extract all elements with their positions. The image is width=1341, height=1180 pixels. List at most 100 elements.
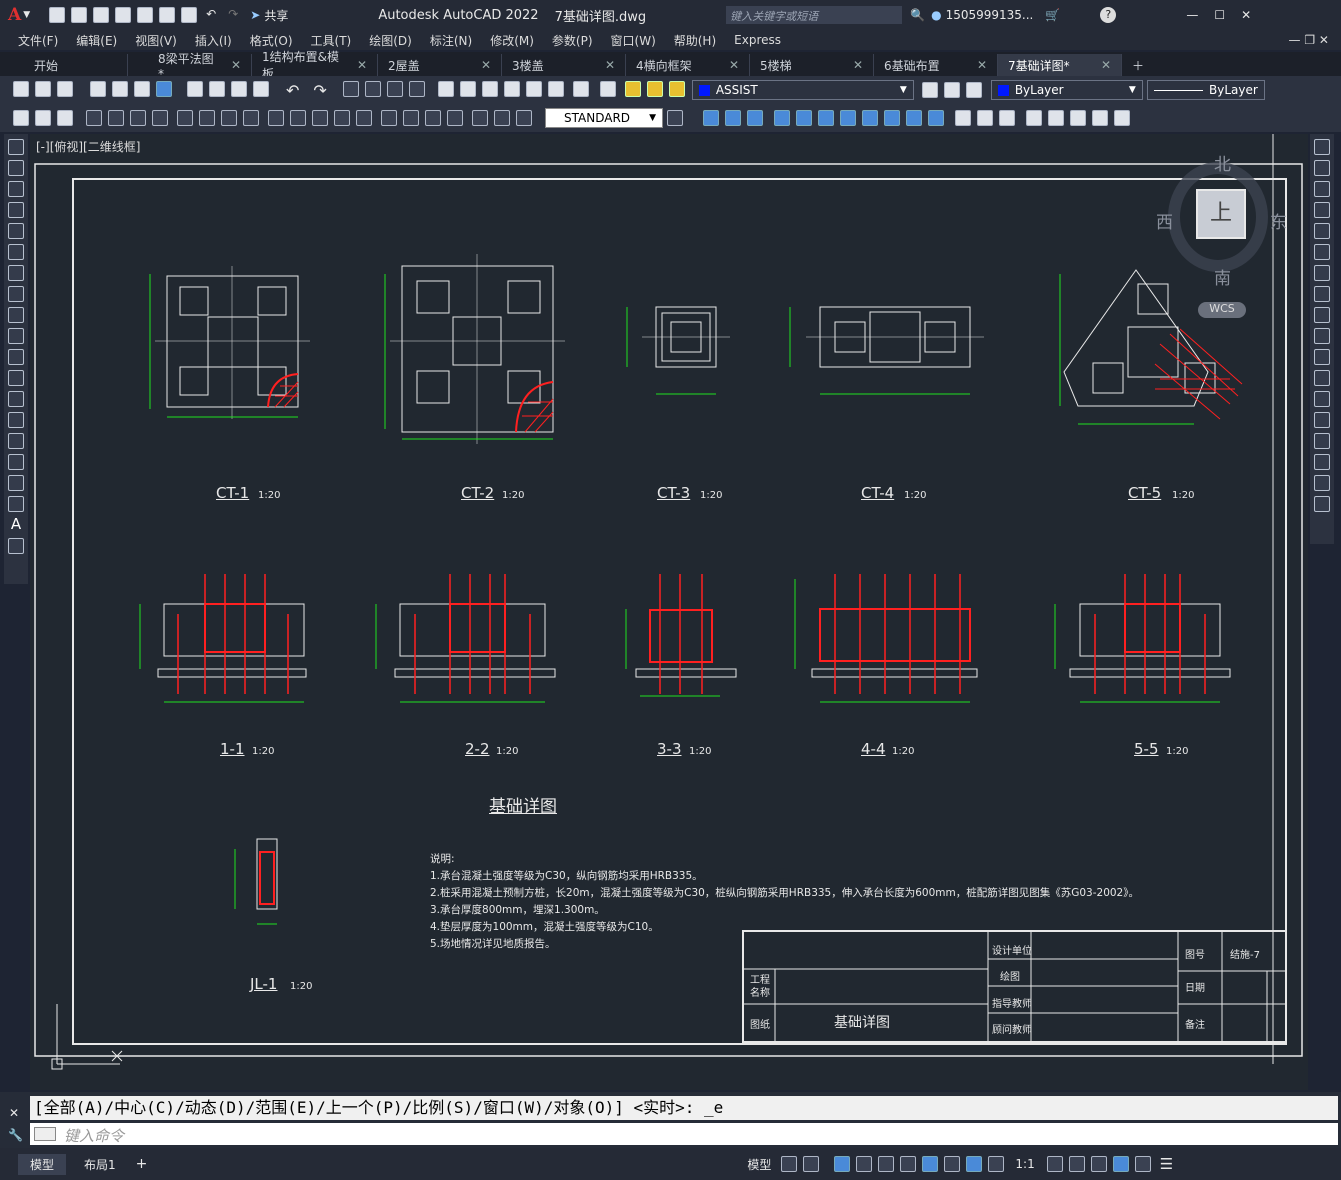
baseline-icon[interactable] [290,110,306,126]
close-tab-icon[interactable]: ✕ [853,58,863,72]
layer-dropdown[interactable]: ASSIST ▼ [691,80,914,100]
close-icon[interactable]: ✕ [1241,8,1251,22]
zoom-realtime-icon[interactable] [364,80,381,97]
snap-icon[interactable] [803,1156,820,1172]
menu-edit[interactable]: 编辑(E) [76,32,117,49]
polyline-icon[interactable] [8,181,24,197]
check-icon[interactable] [1048,110,1064,126]
dimstyle-dropdown[interactable]: STANDARD ▼ [545,108,663,128]
open-icon[interactable] [71,7,88,23]
new-icon[interactable] [49,7,66,23]
menu-help[interactable]: 帮助(H) [674,32,716,49]
viewcube-north[interactable]: 北 [1214,150,1231,175]
mirror-icon[interactable] [1314,181,1330,197]
clean-screen-icon[interactable] [1134,1156,1151,1172]
tab-stair[interactable]: 5楼梯 ✕ [750,54,874,76]
rotate-icon[interactable] [1314,265,1330,281]
tab-foundation-detail[interactable]: 7基础详图* ✕ [998,54,1122,76]
isolate-icon[interactable] [1090,1156,1107,1172]
color-dropdown[interactable]: ByLayer ▼ [990,80,1143,100]
menu-parametric[interactable]: 参数(P) [552,32,593,49]
tab-start[interactable]: 开始 [0,54,128,76]
viewcube-south[interactable]: 南 [1214,264,1231,289]
layer-match-icon[interactable] [965,82,982,98]
annotation-scale[interactable]: 1:1 [1015,1157,1034,1171]
command-input[interactable]: 键入命令 [30,1123,1338,1145]
space-icon[interactable] [334,110,350,126]
close-tab-icon[interactable]: ✕ [605,58,615,72]
zoom-previous-icon[interactable] [408,80,425,97]
linetype-dropdown[interactable]: ByLayer [1146,80,1265,100]
trim-icon[interactable] [1314,328,1330,344]
revision-cloud-icon[interactable] [8,286,24,302]
undo-icon[interactable]: ↶ [286,81,299,100]
new-icon[interactable] [13,80,29,97]
shell-icon[interactable] [1026,110,1042,126]
redo-icon[interactable]: ↷ [228,7,238,23]
interfere-icon[interactable] [1114,110,1130,126]
tolerance-icon[interactable] [381,110,397,126]
close-icon[interactable]: ✕ [9,1106,19,1120]
polar-icon[interactable] [856,1156,873,1172]
share-button[interactable]: 共享 [264,7,288,24]
isodraft-icon[interactable] [878,1156,895,1172]
command-prompt-icon[interactable] [34,1127,56,1141]
move-faces-icon[interactable] [796,110,812,126]
explode-icon[interactable] [1314,496,1330,512]
search-input[interactable]: 键入关键字或短语 [726,6,903,24]
join-icon[interactable] [1314,412,1330,428]
menu-format[interactable]: 格式(O) [250,32,293,49]
viewcube-top-face[interactable]: 上 [1196,189,1246,239]
ellipse-icon[interactable] [8,328,24,344]
menu-modify[interactable]: 修改(M) [490,32,534,49]
break-at-point-icon[interactable] [1314,370,1330,386]
tab-floor[interactable]: 3楼盖 ✕ [502,54,626,76]
subtract-icon[interactable] [725,110,741,126]
layer-freeze-icon[interactable] [646,80,663,97]
region-icon[interactable] [8,475,24,491]
ellipse-arc-icon[interactable] [8,349,24,365]
viewcube-east[interactable]: 东 [1270,208,1287,233]
copy-object-icon[interactable] [1314,160,1330,176]
radius-dim-icon[interactable] [177,110,193,126]
arc-icon[interactable] [8,244,24,260]
drawing-canvas[interactable]: [-][俯视][二维线框] 上 北 南 西 东 WCS CT-1 1:20 CT… [30,134,1308,1090]
center-mark-icon[interactable] [403,110,419,126]
gradient-icon[interactable] [8,454,24,470]
blend-icon[interactable] [1314,475,1330,491]
extend-icon[interactable] [1314,349,1330,365]
rectangle-icon[interactable] [8,223,24,239]
plot-icon[interactable] [181,7,198,23]
stretch-icon[interactable] [1314,307,1330,323]
tab-beam-plan[interactable]: 8梁平法图* ✕ [128,52,252,81]
line-icon[interactable] [8,139,24,155]
construction-line-icon[interactable] [8,160,24,176]
menu-tools[interactable]: 工具(T) [311,32,352,49]
slice-icon[interactable] [1070,110,1086,126]
close-tab-icon[interactable]: ✕ [729,58,739,72]
search-icon[interactable]: 🔍 [910,8,925,22]
layer-properties-icon[interactable] [599,80,616,97]
copy-icon[interactable] [209,80,225,97]
fillet-icon[interactable] [1314,454,1330,470]
arc-length-icon[interactable] [130,110,146,126]
save-icon[interactable] [93,7,110,23]
help-icon[interactable]: ? [1100,7,1117,23]
dim-text-edit-icon[interactable] [494,110,510,126]
close-tab-icon[interactable]: ✕ [357,58,367,72]
diameter-icon[interactable] [221,110,237,126]
calculator-icon[interactable] [547,80,564,97]
user-icon[interactable]: ● [931,8,941,22]
markup-icon[interactable] [525,80,542,97]
layout-tab-model[interactable]: 模型 [18,1153,67,1175]
help-icon[interactable] [572,80,589,97]
chevron-down-icon[interactable]: ▼ [23,10,30,20]
annotation-visibility-icon[interactable] [966,1156,983,1172]
make-block-icon[interactable] [8,391,24,407]
add-selected-icon[interactable] [8,538,24,554]
jogged-icon[interactable] [199,110,215,126]
3d-print-icon[interactable] [156,80,172,97]
grid-icon[interactable] [781,1156,798,1172]
table-icon[interactable] [8,496,24,512]
delete-faces-icon[interactable] [840,110,856,126]
